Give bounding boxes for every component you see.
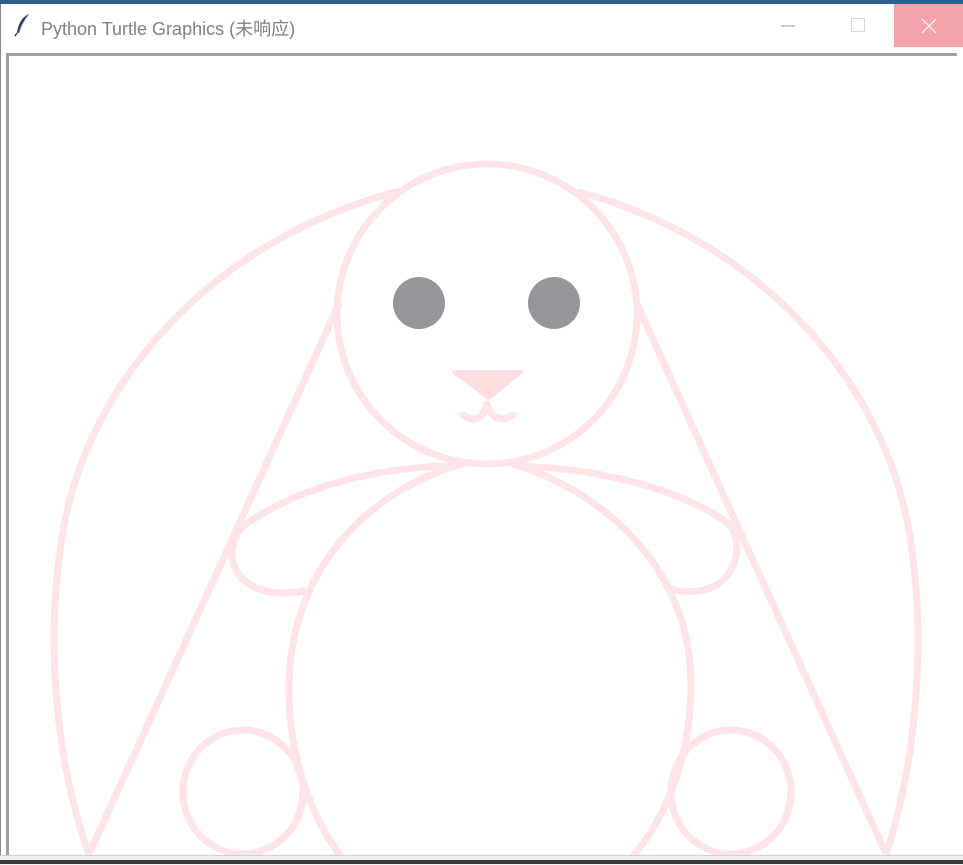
- maximize-button[interactable]: [823, 4, 893, 47]
- minimize-button[interactable]: [754, 4, 824, 47]
- minimize-icon: [781, 25, 795, 27]
- turtle-canvas[interactable]: [6, 53, 957, 859]
- nose: [452, 370, 523, 400]
- right-ear: [575, 188, 922, 858]
- maximize-icon: [851, 18, 865, 32]
- right-eye: [528, 277, 580, 329]
- feather-icon: [13, 13, 33, 37]
- close-button[interactable]: [894, 4, 963, 47]
- left-foot: [179, 726, 307, 858]
- window-title: Python Turtle Graphics (未响应): [41, 19, 296, 39]
- head: [333, 160, 641, 468]
- title-bar[interactable]: Python Turtle Graphics (未响应): [1, 4, 963, 47]
- taskbar-bottom: [0, 860, 963, 864]
- left-arm: [228, 462, 460, 597]
- right-foot: [667, 726, 795, 858]
- mouth: [459, 400, 517, 423]
- body-right: [509, 460, 695, 859]
- left-ear: [50, 188, 400, 858]
- close-icon: [921, 18, 937, 34]
- left-eye: [393, 277, 445, 329]
- turtle-window: Python Turtle Graphics (未响应): [0, 4, 963, 864]
- body: [285, 460, 465, 859]
- bunny-drawing: [50, 160, 922, 859]
